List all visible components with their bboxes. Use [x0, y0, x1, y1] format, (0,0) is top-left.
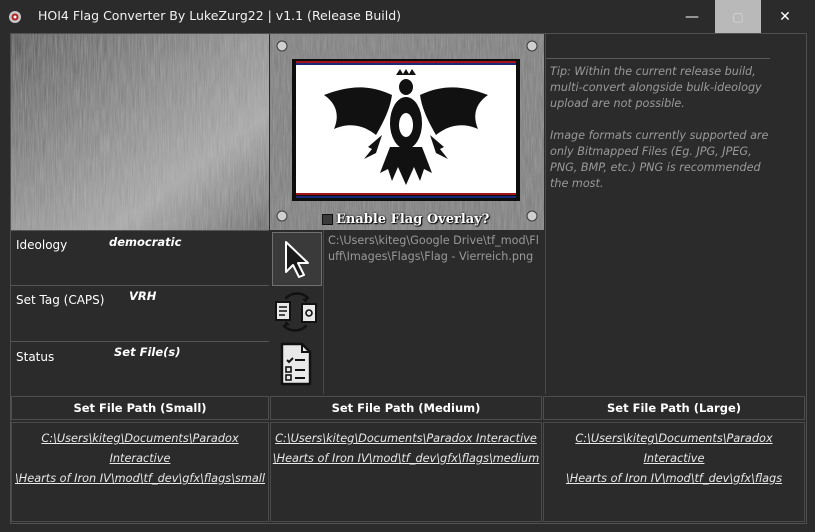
- main-panel: Enable Flag Overlay? Tip: Within the cur…: [10, 33, 807, 524]
- tool-column: [270, 230, 322, 394]
- source-path-text: C:\Users\kiteg\Google Drive\tf_mod\Fluff…: [328, 234, 539, 263]
- path-small-box: C:\Users\kiteg\Documents\Paradox Interac…: [11, 422, 269, 522]
- set-path-large-button[interactable]: Set File Path (Large): [543, 396, 805, 420]
- convert-files-icon: [275, 292, 317, 332]
- close-button[interactable]: ✕: [762, 0, 808, 33]
- status-value: Set File(s): [114, 345, 181, 359]
- app-icon: [9, 11, 21, 23]
- overlay-label: Enable Flag Overlay?: [336, 212, 490, 227]
- checklist-icon: [280, 342, 312, 386]
- overlay-checkbox[interactable]: [322, 214, 333, 225]
- status-row: Status Set File(s): [11, 341, 269, 395]
- tag-row: Set Tag (CAPS) VRH: [11, 285, 269, 342]
- window-title: HOI4 Flag Converter By LukeZurg22 | v1.1…: [38, 8, 402, 23]
- tag-value[interactable]: VRH: [129, 289, 156, 303]
- cursor-icon: [285, 241, 309, 278]
- set-path-small-button[interactable]: Set File Path (Small): [11, 396, 269, 420]
- path-small-link[interactable]: C:\Users\kiteg\Documents\Paradox Interac…: [15, 432, 265, 485]
- eagle-emblem-icon: [324, 69, 488, 185]
- tip-panel: Tip: Within the current release build, m…: [545, 34, 806, 394]
- maximize-button[interactable]: ▢: [715, 0, 761, 33]
- tip-paragraph-1: Tip: Within the current release build, m…: [550, 65, 762, 110]
- title-bar: HOI4 Flag Converter By LukeZurg22 | v1.1…: [0, 0, 815, 33]
- checklist-button[interactable]: [272, 338, 320, 390]
- ideology-label: Ideology: [16, 238, 68, 252]
- convert-button[interactable]: [272, 286, 320, 338]
- right-text-field[interactable]: [546, 38, 770, 59]
- ideology-value[interactable]: democratic: [109, 235, 181, 249]
- set-path-medium-button[interactable]: Set File Path (Medium): [270, 396, 542, 420]
- tip-text: Tip: Within the current release build, m…: [550, 64, 780, 208]
- status-label: Status: [16, 350, 55, 364]
- minimize-button[interactable]: —: [669, 0, 715, 33]
- flag-overlay-toggle[interactable]: Enable Flag Overlay?: [322, 212, 489, 227]
- flag-image: [296, 65, 516, 193]
- flag-preview-panel: Enable Flag Overlay?: [270, 34, 544, 230]
- metal-texture-panel: [11, 34, 269, 230]
- tip-paragraph-2: Image formats currently supported are on…: [550, 129, 769, 190]
- path-large-box: C:\Users\kiteg\Documents\Paradox Interac…: [543, 422, 805, 522]
- path-medium-link[interactable]: C:\Users\kiteg\Documents\Paradox Interac…: [273, 432, 539, 465]
- metal-texture-image: [11, 34, 269, 230]
- tag-label: Set Tag (CAPS): [16, 293, 105, 307]
- source-path-box[interactable]: C:\Users\kiteg\Google Drive\tf_mod\Fluff…: [323, 230, 546, 394]
- ideology-row: Ideology democratic: [11, 230, 269, 285]
- path-large-link[interactable]: C:\Users\kiteg\Documents\Paradox Interac…: [566, 432, 782, 485]
- flag-frame: [292, 59, 520, 201]
- path-medium-box: C:\Users\kiteg\Documents\Paradox Interac…: [270, 422, 542, 522]
- select-file-button[interactable]: [272, 232, 322, 286]
